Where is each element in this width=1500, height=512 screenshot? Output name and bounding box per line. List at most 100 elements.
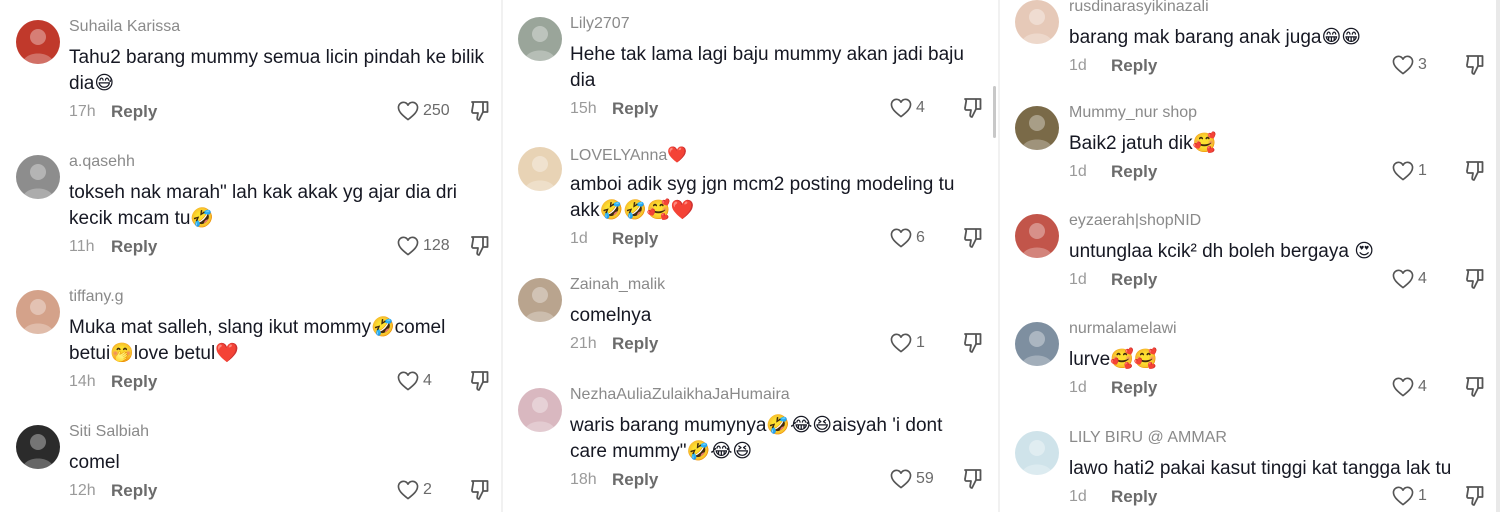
like-count: 4 [423,372,432,389]
comment-text-line: lawo hati2 pakai kasut tinggi kat tangga… [1069,458,1452,479]
avatar[interactable] [518,17,562,61]
avatar[interactable] [518,278,562,322]
reply-button[interactable]: Reply [1111,56,1157,76]
reply-button[interactable]: Reply [612,334,658,354]
like-button[interactable]: 59 [890,469,934,489]
comment-time: 11h [69,238,95,255]
like-button[interactable]: 1 [890,333,925,353]
thumbs-down-icon[interactable] [470,370,490,392]
comment-time: 15h [570,100,597,117]
reply-button[interactable]: Reply [612,470,658,490]
avatar[interactable] [518,388,562,432]
like-count: 4 [1418,270,1427,287]
comment-username[interactable]: tiffany.g [69,288,124,306]
comment-text-line: dia [570,70,596,91]
comment-time: 1d [1069,57,1087,74]
reply-button[interactable]: Reply [1111,162,1157,182]
heart-outline-icon [890,333,912,353]
thumbs-down-icon[interactable] [1465,485,1485,507]
thumbs-down-icon[interactable] [1465,160,1485,182]
thumbs-down-icon[interactable] [1465,54,1485,76]
thumbs-down-icon[interactable] [470,479,490,501]
like-button[interactable]: 3 [1392,55,1427,75]
like-button[interactable]: 4 [890,98,925,118]
comment-time: 18h [570,471,597,488]
like-count: 4 [916,99,925,116]
avatar[interactable] [1015,106,1059,150]
like-button[interactable]: 6 [890,228,925,248]
comments-column-2: Lily2707 Hehe tak lama lagi baju mummy ak… [503,0,1000,512]
reply-button[interactable]: Reply [1111,270,1157,290]
like-button[interactable]: 1 [1392,161,1427,181]
heart-outline-icon [1392,55,1414,75]
thumbs-down-icon[interactable] [963,332,983,354]
avatar[interactable] [16,425,60,469]
comment-text-line: betui🤭love betul❤️ [69,343,239,364]
heart-outline-icon [890,98,912,118]
avatar[interactable] [1015,0,1059,44]
avatar[interactable] [1015,322,1059,366]
heart-outline-icon [890,228,912,248]
like-button[interactable]: 2 [397,480,432,500]
reply-button[interactable]: Reply [1111,378,1157,398]
comment-text-line: Muka mat salleh, slang ikut mommy🤣comel [69,317,446,338]
comment-text-line: comel [69,452,120,473]
like-button[interactable]: 1 [1392,486,1427,506]
comment-username[interactable]: Suhaila Karissa [69,18,180,36]
thumbs-down-icon[interactable] [963,97,983,119]
comment-time: 1d [570,230,588,247]
avatar[interactable] [518,147,562,191]
comment-username[interactable]: Zainah_malik [570,276,665,294]
reply-button[interactable]: Reply [111,102,157,122]
heart-outline-icon [397,101,419,121]
thumbs-down-icon[interactable] [470,100,490,122]
comment-username[interactable]: LILY BIRU @ AMMAR [1069,429,1227,447]
like-count: 1 [916,334,925,351]
comment-time: 14h [69,373,96,390]
reply-button[interactable]: Reply [111,481,157,501]
reply-button[interactable]: Reply [1111,487,1157,507]
comments-column-3: rusdinarasyikinazali barang mak barang an… [1000,0,1500,512]
comment-text-line: care mummy"🤣😂😆 [570,441,753,462]
thumbs-down-icon[interactable] [963,468,983,490]
thumbs-down-icon[interactable] [1465,376,1485,398]
like-button[interactable]: 250 [397,101,450,121]
like-count: 3 [1418,56,1427,73]
reply-button[interactable]: Reply [111,372,157,392]
reply-button[interactable]: Reply [111,237,157,257]
comment-text-line: tokseh nak marah" lah kak akak yg ajar d… [69,182,457,203]
comment-time: 1d [1069,163,1087,180]
comment-username[interactable]: Lily2707 [570,15,630,33]
avatar[interactable] [16,290,60,334]
comment-username[interactable]: a.qasehh [69,153,135,171]
comment-text-line: barang mak barang anak juga😁😁 [1069,27,1362,48]
reply-button[interactable]: Reply [612,229,658,249]
reply-button[interactable]: Reply [612,99,658,119]
like-button[interactable]: 4 [1392,269,1427,289]
thumbs-down-icon[interactable] [963,227,983,249]
comment-text-line: comelnya [570,305,652,326]
comment-username[interactable]: Siti Salbiah [69,423,149,441]
comment-username[interactable]: Mummy_nur shop [1069,104,1197,122]
comment-username[interactable]: rusdinarasyikinazali [1069,0,1209,16]
like-count: 250 [423,102,450,119]
thumbs-down-icon[interactable] [1465,268,1485,290]
avatar[interactable] [16,20,60,64]
heart-outline-icon [1392,486,1414,506]
avatar[interactable] [1015,214,1059,258]
avatar[interactable] [16,155,60,199]
comment-username[interactable]: LOVELYAnna❤️ [570,145,687,165]
comment-text-line: Hehe tak lama lagi baju mummy akan jadi … [570,44,964,65]
like-button[interactable]: 128 [397,236,450,256]
thumbs-down-icon[interactable] [470,235,490,257]
comment-username[interactable]: nurmalamelawi [1069,320,1177,338]
comment-time: 17h [69,103,96,120]
comment-username[interactable]: NezhaAuliaZulaikhaJaHumaira [570,386,790,404]
avatar[interactable] [1015,431,1059,475]
like-count: 128 [423,237,450,254]
scrollbar-thumb[interactable] [993,86,996,138]
like-button[interactable]: 4 [1392,377,1427,397]
comment-text-line: waris barang mumynya🤣😂😆aisyah 'i dont [570,415,943,436]
comment-username[interactable]: eyzaerah|shopNID [1069,212,1201,230]
like-button[interactable]: 4 [397,371,432,391]
